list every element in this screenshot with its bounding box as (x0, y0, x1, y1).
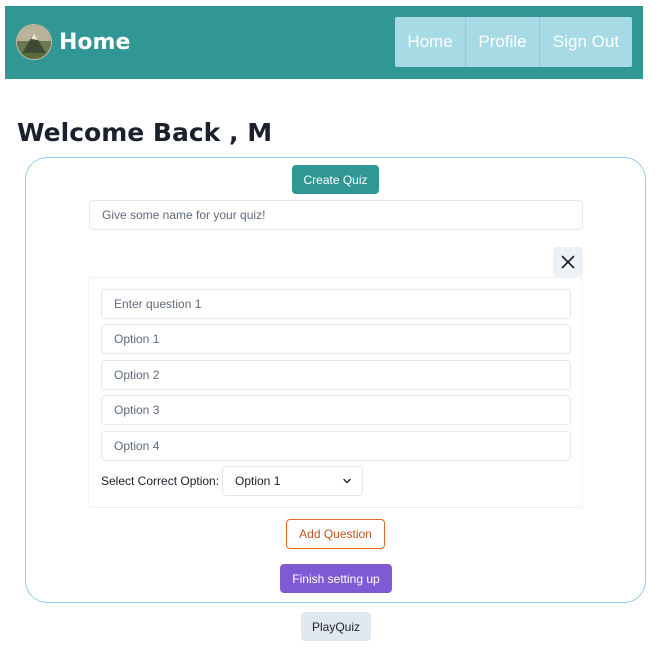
top-navbar: Home Home Profile Sign Out (5, 6, 643, 79)
correct-option-value: Option 1 (235, 474, 281, 488)
option-2-input[interactable] (101, 360, 571, 390)
close-icon (561, 255, 575, 269)
mountain-icon (17, 25, 51, 59)
option-3-input[interactable] (101, 395, 571, 425)
nav-home-link[interactable]: Home (395, 17, 466, 67)
finish-setting-up-button[interactable]: Finish setting up (280, 564, 392, 593)
nav-profile-link[interactable]: Profile (466, 17, 540, 67)
welcome-heading: Welcome Back , M (17, 118, 273, 147)
quiz-name-input[interactable] (89, 200, 583, 230)
remove-question-button[interactable] (553, 247, 583, 277)
option-4-input[interactable] (101, 431, 571, 461)
option-1-input[interactable] (101, 324, 571, 354)
chevron-down-icon (343, 478, 351, 484)
nav-sign-out-link[interactable]: Sign Out (540, 17, 632, 67)
correct-option-label: Select Correct Option: (101, 474, 220, 488)
question-input[interactable] (101, 289, 571, 319)
logo-avatar[interactable] (16, 24, 52, 60)
nav-links: Home Profile Sign Out (395, 17, 632, 67)
correct-option-select[interactable]: Option 1 (222, 466, 363, 496)
create-quiz-button[interactable]: Create Quiz (292, 165, 379, 194)
add-question-button[interactable]: Add Question (286, 519, 385, 549)
play-quiz-button[interactable]: PlayQuiz (301, 612, 371, 641)
brand-title[interactable]: Home (59, 29, 130, 57)
